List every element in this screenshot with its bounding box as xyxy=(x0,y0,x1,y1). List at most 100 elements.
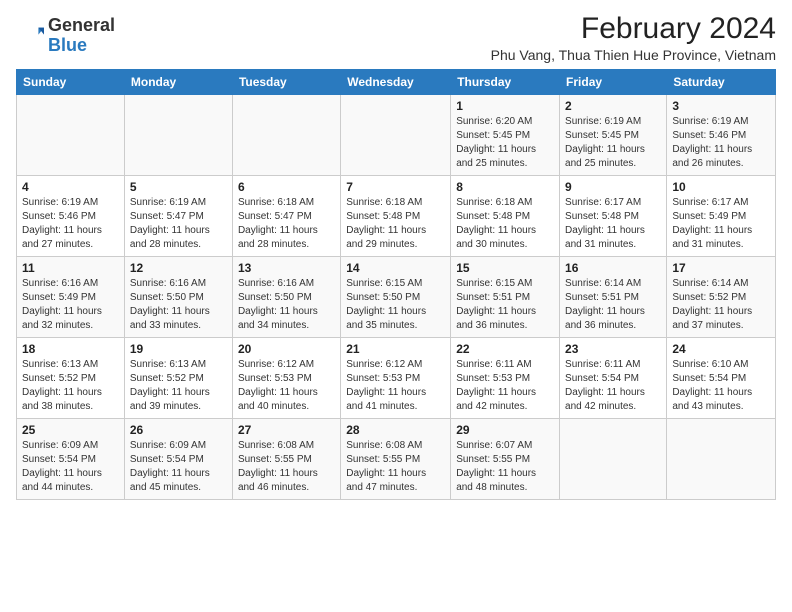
calendar-cell: 11Sunrise: 6:16 AM Sunset: 5:49 PM Dayli… xyxy=(17,257,125,338)
calendar-cell: 16 Sunrise: 6:14 AM Sunset: 5:51 PM Dayli… xyxy=(560,257,667,338)
cell-info-text: Sunrise: 6:19 AM Sunset: 5:46 PM Dayligh… xyxy=(22,196,119,252)
calendar-cell: 12 Sunrise: 6:16 AM Sunset: 5:50 PM Dayli… xyxy=(124,257,232,338)
logo-icon xyxy=(16,22,44,50)
logo-blue: Blue xyxy=(48,36,115,56)
week-row-1: 1Sunrise: 6:20 AM Sunset: 5:45 PM Daylig… xyxy=(17,95,776,176)
calendar-cell: 1Sunrise: 6:20 AM Sunset: 5:45 PM Daylig… xyxy=(451,95,560,176)
week-row-2: 4 Sunrise: 6:19 AM Sunset: 5:46 PM Daylig… xyxy=(17,176,776,257)
cell-info-text: Sunrise: 6:13 AM Sunset: 5:52 PM Dayligh… xyxy=(130,358,227,414)
cell-info-text: Sunrise: 6:12 AM Sunset: 5:53 PM Dayligh… xyxy=(238,358,335,414)
cell-date-number: 20 xyxy=(238,342,335,356)
cell-info-text: Sunrise: 6:16 AM Sunset: 5:50 PM Dayligh… xyxy=(238,277,335,333)
cell-date-number: 12 xyxy=(130,261,227,275)
cell-info-text: Sunrise: 6:14 AM Sunset: 5:51 PM Dayligh… xyxy=(565,277,661,333)
header-cell-friday: Friday xyxy=(560,70,667,95)
cell-info-text: Sunrise: 6:17 AM Sunset: 5:49 PM Dayligh… xyxy=(672,196,770,252)
cell-info-text: Sunrise: 6:11 AM Sunset: 5:54 PM Dayligh… xyxy=(565,358,661,414)
calendar-cell: 25Sunrise: 6:09 AM Sunset: 5:54 PM Dayli… xyxy=(17,419,125,500)
calendar-cell xyxy=(667,419,776,500)
cell-info-text: Sunrise: 6:19 AM Sunset: 5:45 PM Dayligh… xyxy=(565,115,661,171)
calendar-cell: 14Sunrise: 6:15 AM Sunset: 5:50 PM Dayli… xyxy=(341,257,451,338)
main-title: February 2024 xyxy=(491,12,776,45)
cell-date-number: 2 xyxy=(565,99,661,113)
cell-date-number: 29 xyxy=(456,423,554,437)
calendar-cell: 18Sunrise: 6:13 AM Sunset: 5:52 PM Dayli… xyxy=(17,338,125,419)
sub-title: Phu Vang, Thua Thien Hue Province, Vietn… xyxy=(491,47,776,63)
cell-date-number: 26 xyxy=(130,423,227,437)
cell-info-text: Sunrise: 6:17 AM Sunset: 5:48 PM Dayligh… xyxy=(565,196,661,252)
cell-date-number: 15 xyxy=(456,261,554,275)
week-row-3: 11Sunrise: 6:16 AM Sunset: 5:49 PM Dayli… xyxy=(17,257,776,338)
week-row-4: 18Sunrise: 6:13 AM Sunset: 5:52 PM Dayli… xyxy=(17,338,776,419)
calendar-cell: 7 Sunrise: 6:18 AM Sunset: 5:48 PM Daylig… xyxy=(341,176,451,257)
calendar-cell: 27 Sunrise: 6:08 AM Sunset: 5:55 PM Dayli… xyxy=(232,419,340,500)
cell-info-text: Sunrise: 6:15 AM Sunset: 5:51 PM Dayligh… xyxy=(456,277,554,333)
header-row: SundayMondayTuesdayWednesdayThursdayFrid… xyxy=(17,70,776,95)
calendar-cell: 26Sunrise: 6:09 AM Sunset: 5:54 PM Dayli… xyxy=(124,419,232,500)
cell-info-text: Sunrise: 6:10 AM Sunset: 5:54 PM Dayligh… xyxy=(672,358,770,414)
cell-date-number: 27 xyxy=(238,423,335,437)
cell-info-text: Sunrise: 6:16 AM Sunset: 5:50 PM Dayligh… xyxy=(130,277,227,333)
calendar-cell xyxy=(232,95,340,176)
cell-date-number: 19 xyxy=(130,342,227,356)
calendar-cell xyxy=(17,95,125,176)
title-area: February 2024 Phu Vang, Thua Thien Hue P… xyxy=(491,12,776,63)
cell-date-number: 9 xyxy=(565,180,661,194)
cell-date-number: 5 xyxy=(130,180,227,194)
cell-info-text: Sunrise: 6:08 AM Sunset: 5:55 PM Dayligh… xyxy=(346,439,445,495)
calendar-cell: 19 Sunrise: 6:13 AM Sunset: 5:52 PM Dayli… xyxy=(124,338,232,419)
calendar-body: 1Sunrise: 6:20 AM Sunset: 5:45 PM Daylig… xyxy=(17,95,776,500)
cell-date-number: 16 xyxy=(565,261,661,275)
cell-info-text: Sunrise: 6:18 AM Sunset: 5:47 PM Dayligh… xyxy=(238,196,335,252)
calendar-cell xyxy=(560,419,667,500)
calendar-table: SundayMondayTuesdayWednesdayThursdayFrid… xyxy=(16,69,776,500)
week-row-5: 25Sunrise: 6:09 AM Sunset: 5:54 PM Dayli… xyxy=(17,419,776,500)
cell-info-text: Sunrise: 6:16 AM Sunset: 5:49 PM Dayligh… xyxy=(22,277,119,333)
calendar-cell: 13 Sunrise: 6:16 AM Sunset: 5:50 PM Dayli… xyxy=(232,257,340,338)
cell-info-text: Sunrise: 6:18 AM Sunset: 5:48 PM Dayligh… xyxy=(346,196,445,252)
header-cell-wednesday: Wednesday xyxy=(341,70,451,95)
cell-info-text: Sunrise: 6:19 AM Sunset: 5:47 PM Dayligh… xyxy=(130,196,227,252)
cell-date-number: 23 xyxy=(565,342,661,356)
cell-info-text: Sunrise: 6:08 AM Sunset: 5:55 PM Dayligh… xyxy=(238,439,335,495)
calendar-cell: 5 Sunrise: 6:19 AM Sunset: 5:47 PM Daylig… xyxy=(124,176,232,257)
logo-area: General Blue xyxy=(16,16,115,56)
cell-date-number: 6 xyxy=(238,180,335,194)
header-cell-thursday: Thursday xyxy=(451,70,560,95)
calendar-cell: 28 Sunrise: 6:08 AM Sunset: 5:55 PM Dayli… xyxy=(341,419,451,500)
cell-date-number: 13 xyxy=(238,261,335,275)
logo-general: General xyxy=(48,16,115,36)
calendar-cell: 23 Sunrise: 6:11 AM Sunset: 5:54 PM Dayli… xyxy=(560,338,667,419)
cell-info-text: Sunrise: 6:07 AM Sunset: 5:55 PM Dayligh… xyxy=(456,439,554,495)
header-cell-sunday: Sunday xyxy=(17,70,125,95)
calendar-cell: 6 Sunrise: 6:18 AM Sunset: 5:47 PM Daylig… xyxy=(232,176,340,257)
calendar-cell: 20 Sunrise: 6:12 AM Sunset: 5:53 PM Dayli… xyxy=(232,338,340,419)
calendar-cell: 4 Sunrise: 6:19 AM Sunset: 5:46 PM Daylig… xyxy=(17,176,125,257)
cell-date-number: 4 xyxy=(22,180,119,194)
calendar-cell: 29 Sunrise: 6:07 AM Sunset: 5:55 PM Dayli… xyxy=(451,419,560,500)
cell-date-number: 28 xyxy=(346,423,445,437)
cell-info-text: Sunrise: 6:19 AM Sunset: 5:46 PM Dayligh… xyxy=(672,115,770,171)
cell-info-text: Sunrise: 6:13 AM Sunset: 5:52 PM Dayligh… xyxy=(22,358,119,414)
logo-text: General Blue xyxy=(48,16,115,56)
cell-date-number: 24 xyxy=(672,342,770,356)
calendar-cell: 21Sunrise: 6:12 AM Sunset: 5:53 PM Dayli… xyxy=(341,338,451,419)
calendar-cell: 3Sunrise: 6:19 AM Sunset: 5:46 PM Daylig… xyxy=(667,95,776,176)
cell-date-number: 21 xyxy=(346,342,445,356)
calendar-cell: 2 Sunrise: 6:19 AM Sunset: 5:45 PM Daylig… xyxy=(560,95,667,176)
calendar-cell: 10 Sunrise: 6:17 AM Sunset: 5:49 PM Dayli… xyxy=(667,176,776,257)
cell-date-number: 22 xyxy=(456,342,554,356)
calendar-cell xyxy=(124,95,232,176)
calendar-cell: 24 Sunrise: 6:10 AM Sunset: 5:54 PM Dayli… xyxy=(667,338,776,419)
calendar-header: SundayMondayTuesdayWednesdayThursdayFrid… xyxy=(17,70,776,95)
cell-date-number: 10 xyxy=(672,180,770,194)
header-cell-saturday: Saturday xyxy=(667,70,776,95)
cell-date-number: 8 xyxy=(456,180,554,194)
calendar-cell: 15 Sunrise: 6:15 AM Sunset: 5:51 PM Dayli… xyxy=(451,257,560,338)
cell-info-text: Sunrise: 6:14 AM Sunset: 5:52 PM Dayligh… xyxy=(672,277,770,333)
cell-date-number: 7 xyxy=(346,180,445,194)
cell-info-text: Sunrise: 6:18 AM Sunset: 5:48 PM Dayligh… xyxy=(456,196,554,252)
cell-info-text: Sunrise: 6:11 AM Sunset: 5:53 PM Dayligh… xyxy=(456,358,554,414)
calendar-cell: 8 Sunrise: 6:18 AM Sunset: 5:48 PM Daylig… xyxy=(451,176,560,257)
cell-info-text: Sunrise: 6:15 AM Sunset: 5:50 PM Dayligh… xyxy=(346,277,445,333)
